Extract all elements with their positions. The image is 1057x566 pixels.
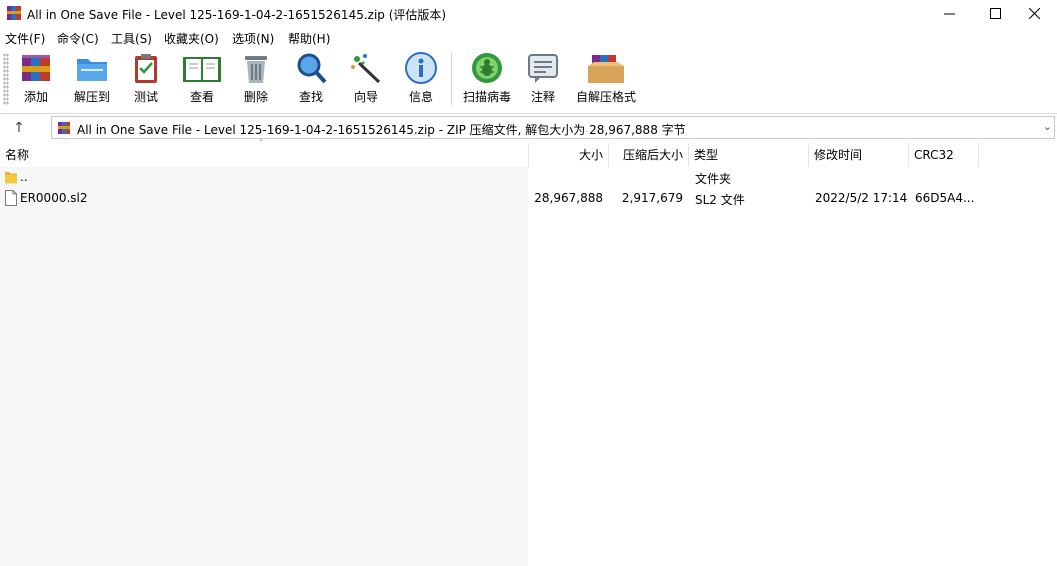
sfx-label: 自解压格式 (575, 90, 636, 104)
file-type: 文件夹 (695, 172, 732, 186)
path-combobox[interactable]: All in One Save File - Level 125-169-1-0… (51, 116, 1055, 139)
menu-favorites[interactable]: 收藏夹(O) (164, 30, 219, 47)
name-column-shade (0, 167, 528, 566)
test-clipboard-icon (135, 54, 157, 83)
extract-folder-icon (77, 59, 107, 81)
extract-to-button[interactable]: 解压到 (70, 51, 114, 109)
magnifier-icon (297, 53, 327, 84)
column-type[interactable]: 类型 (689, 143, 809, 167)
sfx-box-icon (588, 55, 624, 83)
title-bar: All in One Save File - Level 125-169-1-0… (0, 0, 1057, 27)
wizard-wand-icon (351, 54, 381, 84)
file-name: ER0000.sl2 (20, 191, 88, 205)
file-row[interactable]: ER0000.sl2 28,967,888 2,917,679 SL2 文件 2… (0, 188, 1057, 209)
toolbar-grip[interactable] (3, 53, 9, 105)
file-packed: 2,917,679 (621, 191, 683, 205)
find-button[interactable]: 查找 (293, 51, 329, 109)
find-label: 查找 (298, 90, 323, 104)
toolbar-separator (451, 53, 452, 105)
view-label: 查看 (189, 90, 214, 104)
file-size: 28,967,888 (534, 191, 603, 205)
menu-help[interactable]: 帮助(H) (288, 30, 330, 47)
column-packed[interactable]: 压缩后大小 (609, 143, 689, 167)
minimize-button[interactable] (926, 0, 972, 27)
virus-scan-icon (472, 53, 502, 83)
scan-virus-button[interactable]: 扫描病毒 (460, 51, 514, 109)
arrow-up-icon: ↑ (13, 120, 25, 136)
delete-label: 删除 (243, 90, 268, 104)
winrar-app-icon[interactable] (6, 5, 22, 21)
column-crc[interactable]: CRC32 (909, 143, 979, 167)
info-label: 信息 (408, 90, 433, 104)
menu-file[interactable]: 文件(F) (5, 30, 45, 47)
archive-icon (58, 122, 70, 134)
wizard-label: 向导 (353, 90, 378, 104)
scan-virus-label: 扫描病毒 (462, 90, 511, 104)
menu-options[interactable]: 选项(N) (232, 30, 274, 47)
info-icon (405, 52, 437, 84)
minimize-icon (943, 13, 955, 15)
info-button[interactable]: 信息 (403, 51, 439, 109)
file-modified: 2022/5/2 17:14 (815, 191, 908, 205)
close-button[interactable] (1011, 0, 1057, 27)
menu-tools[interactable]: 工具(S) (111, 30, 152, 47)
file-icon (5, 190, 17, 206)
comment-label: 注释 (530, 90, 555, 104)
menu-commands[interactable]: 命令(C) (57, 30, 99, 47)
menu-bar: 文件(F) 命令(C) 工具(S) 收藏夹(O) 选项(N) 帮助(H) (0, 27, 1057, 47)
view-button[interactable]: 查看 (180, 51, 224, 109)
column-header: ˄ 名称 大小 压缩后大小 类型 修改时间 CRC32 (0, 139, 1057, 167)
folder-icon (5, 172, 17, 184)
chevron-down-icon[interactable]: ⌄ (1043, 120, 1052, 133)
delete-button[interactable]: 删除 (238, 51, 274, 109)
maximize-icon (989, 8, 1001, 19)
test-label: 测试 (133, 90, 158, 104)
window-title: All in One Save File - Level 125-169-1-0… (27, 8, 447, 22)
comment-button[interactable]: 注释 (525, 51, 561, 109)
test-button[interactable]: 测试 (128, 51, 164, 109)
add-label: 添加 (23, 90, 48, 104)
file-row-parent[interactable]: .. 文件夹 (0, 167, 1057, 188)
view-book-icon (183, 57, 221, 82)
file-list[interactable]: .. 文件夹 ER0000.sl2 28,967,888 2,917,679 S… (0, 167, 1057, 566)
file-type: SL2 文件 (695, 193, 745, 207)
file-name: .. (20, 170, 28, 184)
add-archive-icon (22, 55, 50, 81)
comment-icon (528, 54, 558, 83)
wizard-button[interactable]: 向导 (348, 51, 384, 109)
column-modified[interactable]: 修改时间 (809, 143, 909, 167)
column-name[interactable]: 名称 (0, 143, 529, 167)
sfx-button[interactable]: 自解压格式 (575, 51, 637, 109)
extract-to-label: 解压到 (73, 90, 110, 104)
close-icon (1028, 8, 1040, 19)
path-text: All in One Save File - Level 125-169-1-0… (77, 123, 686, 137)
trash-bin-icon (245, 56, 267, 83)
address-bar: ↑ All in One Save File - Level 125-169-1… (0, 114, 1057, 141)
column-size[interactable]: 大小 (529, 143, 609, 167)
up-level-button[interactable]: ↑ (8, 118, 30, 138)
add-button[interactable]: 添加 (16, 51, 56, 109)
toolbar: 添加 解压到 测试 查看 删除 查找 向导 信息 扫描病毒 注释 自解压格式 (0, 47, 1057, 114)
file-crc: 66D5A4... (915, 191, 975, 205)
